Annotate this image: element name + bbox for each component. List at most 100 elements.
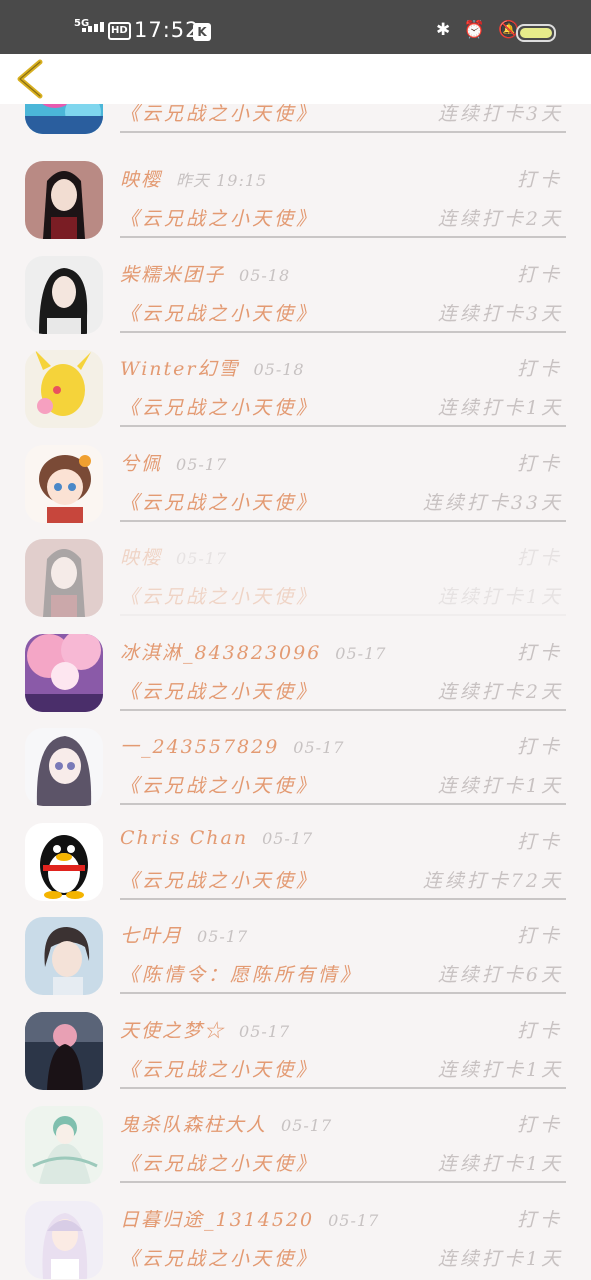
user-name-line: 兮佩 05-17 [120,449,227,476]
checkin-label: 打卡 [516,925,563,947]
avatar[interactable] [25,539,103,617]
book-title[interactable]: 《云兄战之小天使》 [120,204,318,231]
checkin-time: 05-17 [281,1116,333,1135]
checkin-label: 打卡 [516,1209,563,1231]
streak-text: 连续打卡1天 [437,1059,563,1081]
user-name-line: 鬼杀队森柱大人 05-17 [120,1110,332,1137]
avatar[interactable] [25,256,103,334]
list-item[interactable]: 一_243557829 05-17 打卡 《云兄战之小天使》 连续打卡1天 [0,720,591,814]
avatar[interactable] [25,1106,103,1184]
user-name[interactable]: 一_243557829 [120,736,279,758]
user-name[interactable]: 映樱 [120,547,162,569]
list-item[interactable]: 鬼杀队森柱大人 05-17 打卡 《云兄战之小天使》 连续打卡1天 [0,1098,591,1192]
book-title[interactable]: 《云兄战之小天使》 [120,1149,318,1176]
streak-text: 连续打卡3天 [437,104,563,125]
checkin-time: 05-17 [328,1211,380,1230]
checkin-time: 昨天 19:15 [176,171,268,190]
checkin-time: 05-17 [176,455,228,474]
book-title[interactable]: 《云兄战之小天使》 [120,866,318,893]
avatar[interactable] [25,445,103,523]
top-bar [0,54,591,104]
checkin-time: 05-17 [335,644,387,663]
user-name[interactable]: 兮佩 [120,453,162,475]
user-name-line: 映樱 05-17 [120,543,227,570]
checkin-time: 05-18 [239,266,291,285]
divider [120,803,566,805]
checkin-time: 05-17 [197,927,249,946]
user-name[interactable]: 天使之梦☆ [120,1020,225,1042]
avatar[interactable] [25,350,103,428]
user-name[interactable]: 冰淇淋_843823096 [120,642,321,664]
status-bar: 5G HD 17:52 K ✱ ⏰ 🔕 [0,0,591,54]
checkin-time: 05-17 [293,738,345,757]
user-name-line: Chris Chan 05-17 [120,827,313,849]
book-title[interactable]: 《云兄战之小天使》 [120,393,318,420]
list-item[interactable]: Chris Chan 05-17 打卡 《云兄战之小天使》 连续打卡72天 [0,815,591,909]
user-name-line: 柴糯米团子 05-18 [120,260,290,287]
avatar[interactable] [25,728,103,806]
user-name[interactable]: 七叶月 [120,925,183,947]
status-icons: ✱ ⏰ 🔕 [436,20,524,40]
avatar[interactable] [25,1201,103,1279]
list-item[interactable]: 兮佩 05-17 打卡 《云兄战之小天使》 连续打卡33天 [0,437,591,531]
streak-text: 连续打卡1天 [437,1248,563,1270]
user-name-line: 一_243557829 05-17 [120,732,344,759]
book-title[interactable]: 《陈情令：愿陈所有情》 [120,960,362,987]
user-name[interactable]: 鬼杀队森柱大人 [120,1114,267,1136]
divider [120,131,566,133]
avatar[interactable] [25,104,103,134]
streak-text: 连续打卡6天 [437,964,563,986]
list-item[interactable]: 天使之梦☆ 05-17 打卡 《云兄战之小天使》 连续打卡1天 [0,1004,591,1098]
user-name-line: 冰淇淋_843823096 05-17 [120,638,386,665]
checkin-time: 05-17 [262,829,314,848]
checkin-label: 打卡 [516,169,563,191]
list-item[interactable]: 柴糯米团子 05-18 打卡 《云兄战之小天使》 连续打卡3天 [0,248,591,342]
streak-text: 连续打卡2天 [437,681,563,703]
divider [120,236,566,238]
divider [120,425,566,427]
list-item[interactable]: 映樱 昨天 19:15 打卡 《云兄战之小天使》 连续打卡2天 [0,153,591,247]
checkin-label: 打卡 [516,1020,563,1042]
streak-text: 连续打卡1天 [437,586,563,608]
checkin-time: 05-18 [253,360,305,379]
book-title[interactable]: 《云兄战之小天使》 [120,1244,318,1271]
avatar[interactable] [25,161,103,239]
checkin-list: 《云兄战之小天使》 连续打卡3天 映樱 昨天 19:15 打卡 《云兄战之小天使》… [0,104,591,1280]
checkin-time: 05-17 [176,549,228,568]
list-item[interactable]: 日暮归途_1314520 05-17 打卡 《云兄战之小天使》 连续打卡1天 [0,1193,591,1280]
book-title[interactable]: 《云兄战之小天使》 [120,1055,318,1082]
user-name-line: 天使之梦☆ 05-17 [120,1016,290,1043]
book-title[interactable]: 《云兄战之小天使》 [120,582,318,609]
book-title[interactable]: 《云兄战之小天使》 [120,677,318,704]
streak-text: 连续打卡1天 [437,775,563,797]
list-item[interactable]: 《云兄战之小天使》 连续打卡3天 [0,104,591,142]
streak-text: 连续打卡1天 [437,1153,563,1175]
book-title[interactable]: 《云兄战之小天使》 [120,488,318,515]
avatar[interactable] [25,917,103,995]
checkin-label: 打卡 [516,547,563,569]
book-title[interactable]: 《云兄战之小天使》 [120,771,318,798]
book-title[interactable]: 《云兄战之小天使》 [120,299,318,326]
app-badge-icon: K [193,23,211,41]
user-name[interactable]: Chris Chan [120,827,248,849]
avatar[interactable] [25,1012,103,1090]
user-name[interactable]: 映樱 [120,169,162,191]
list-item[interactable]: Winter幻雪 05-18 打卡 《云兄战之小天使》 连续打卡1天 [0,342,591,436]
user-name[interactable]: Winter幻雪 [120,358,239,380]
avatar[interactable] [25,823,103,901]
divider [120,331,566,333]
back-button[interactable] [12,58,52,100]
divider [120,898,566,900]
divider [120,614,566,616]
list-item[interactable]: 七叶月 05-17 打卡 《陈情令：愿陈所有情》 连续打卡6天 [0,909,591,1003]
clock: 17:52 [134,18,200,42]
user-name[interactable]: 日暮归途_1314520 [120,1209,314,1231]
user-name-line: 映樱 昨天 19:15 [120,165,267,192]
user-name-line: 七叶月 05-17 [120,921,248,948]
user-name[interactable]: 柴糯米团子 [120,264,225,286]
list-item[interactable]: 冰淇淋_843823096 05-17 打卡 《云兄战之小天使》 连续打卡2天 [0,626,591,720]
user-name-line: Winter幻雪 05-18 [120,354,305,381]
avatar[interactable] [25,634,103,712]
list-item[interactable]: 映樱 05-17 打卡 《云兄战之小天使》 连续打卡1天 [0,531,591,625]
divider [120,992,566,994]
